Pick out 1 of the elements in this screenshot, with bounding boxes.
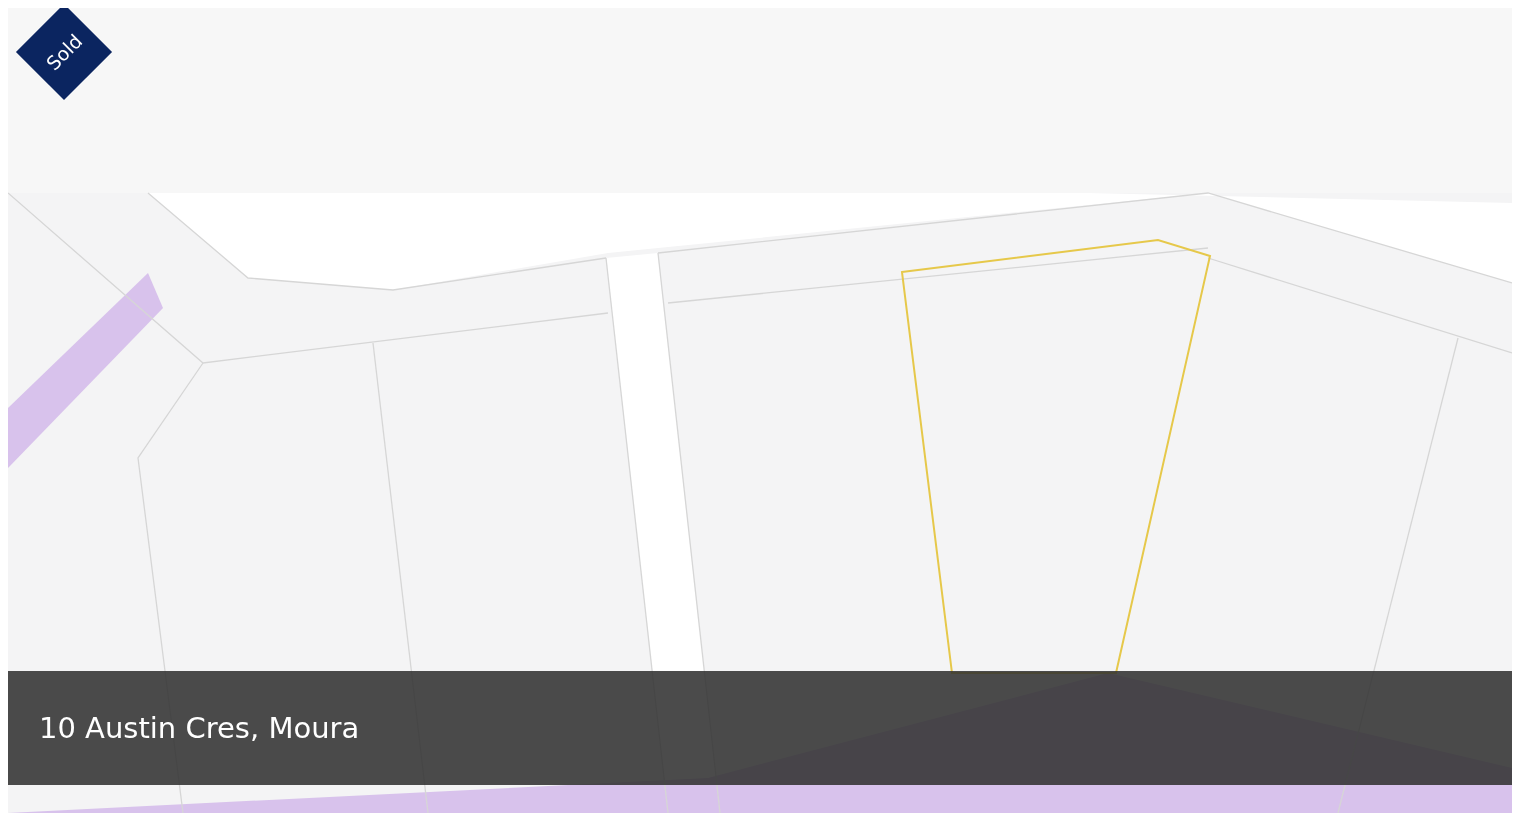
address-title: 10 Austin Cres, Moura (39, 711, 360, 745)
